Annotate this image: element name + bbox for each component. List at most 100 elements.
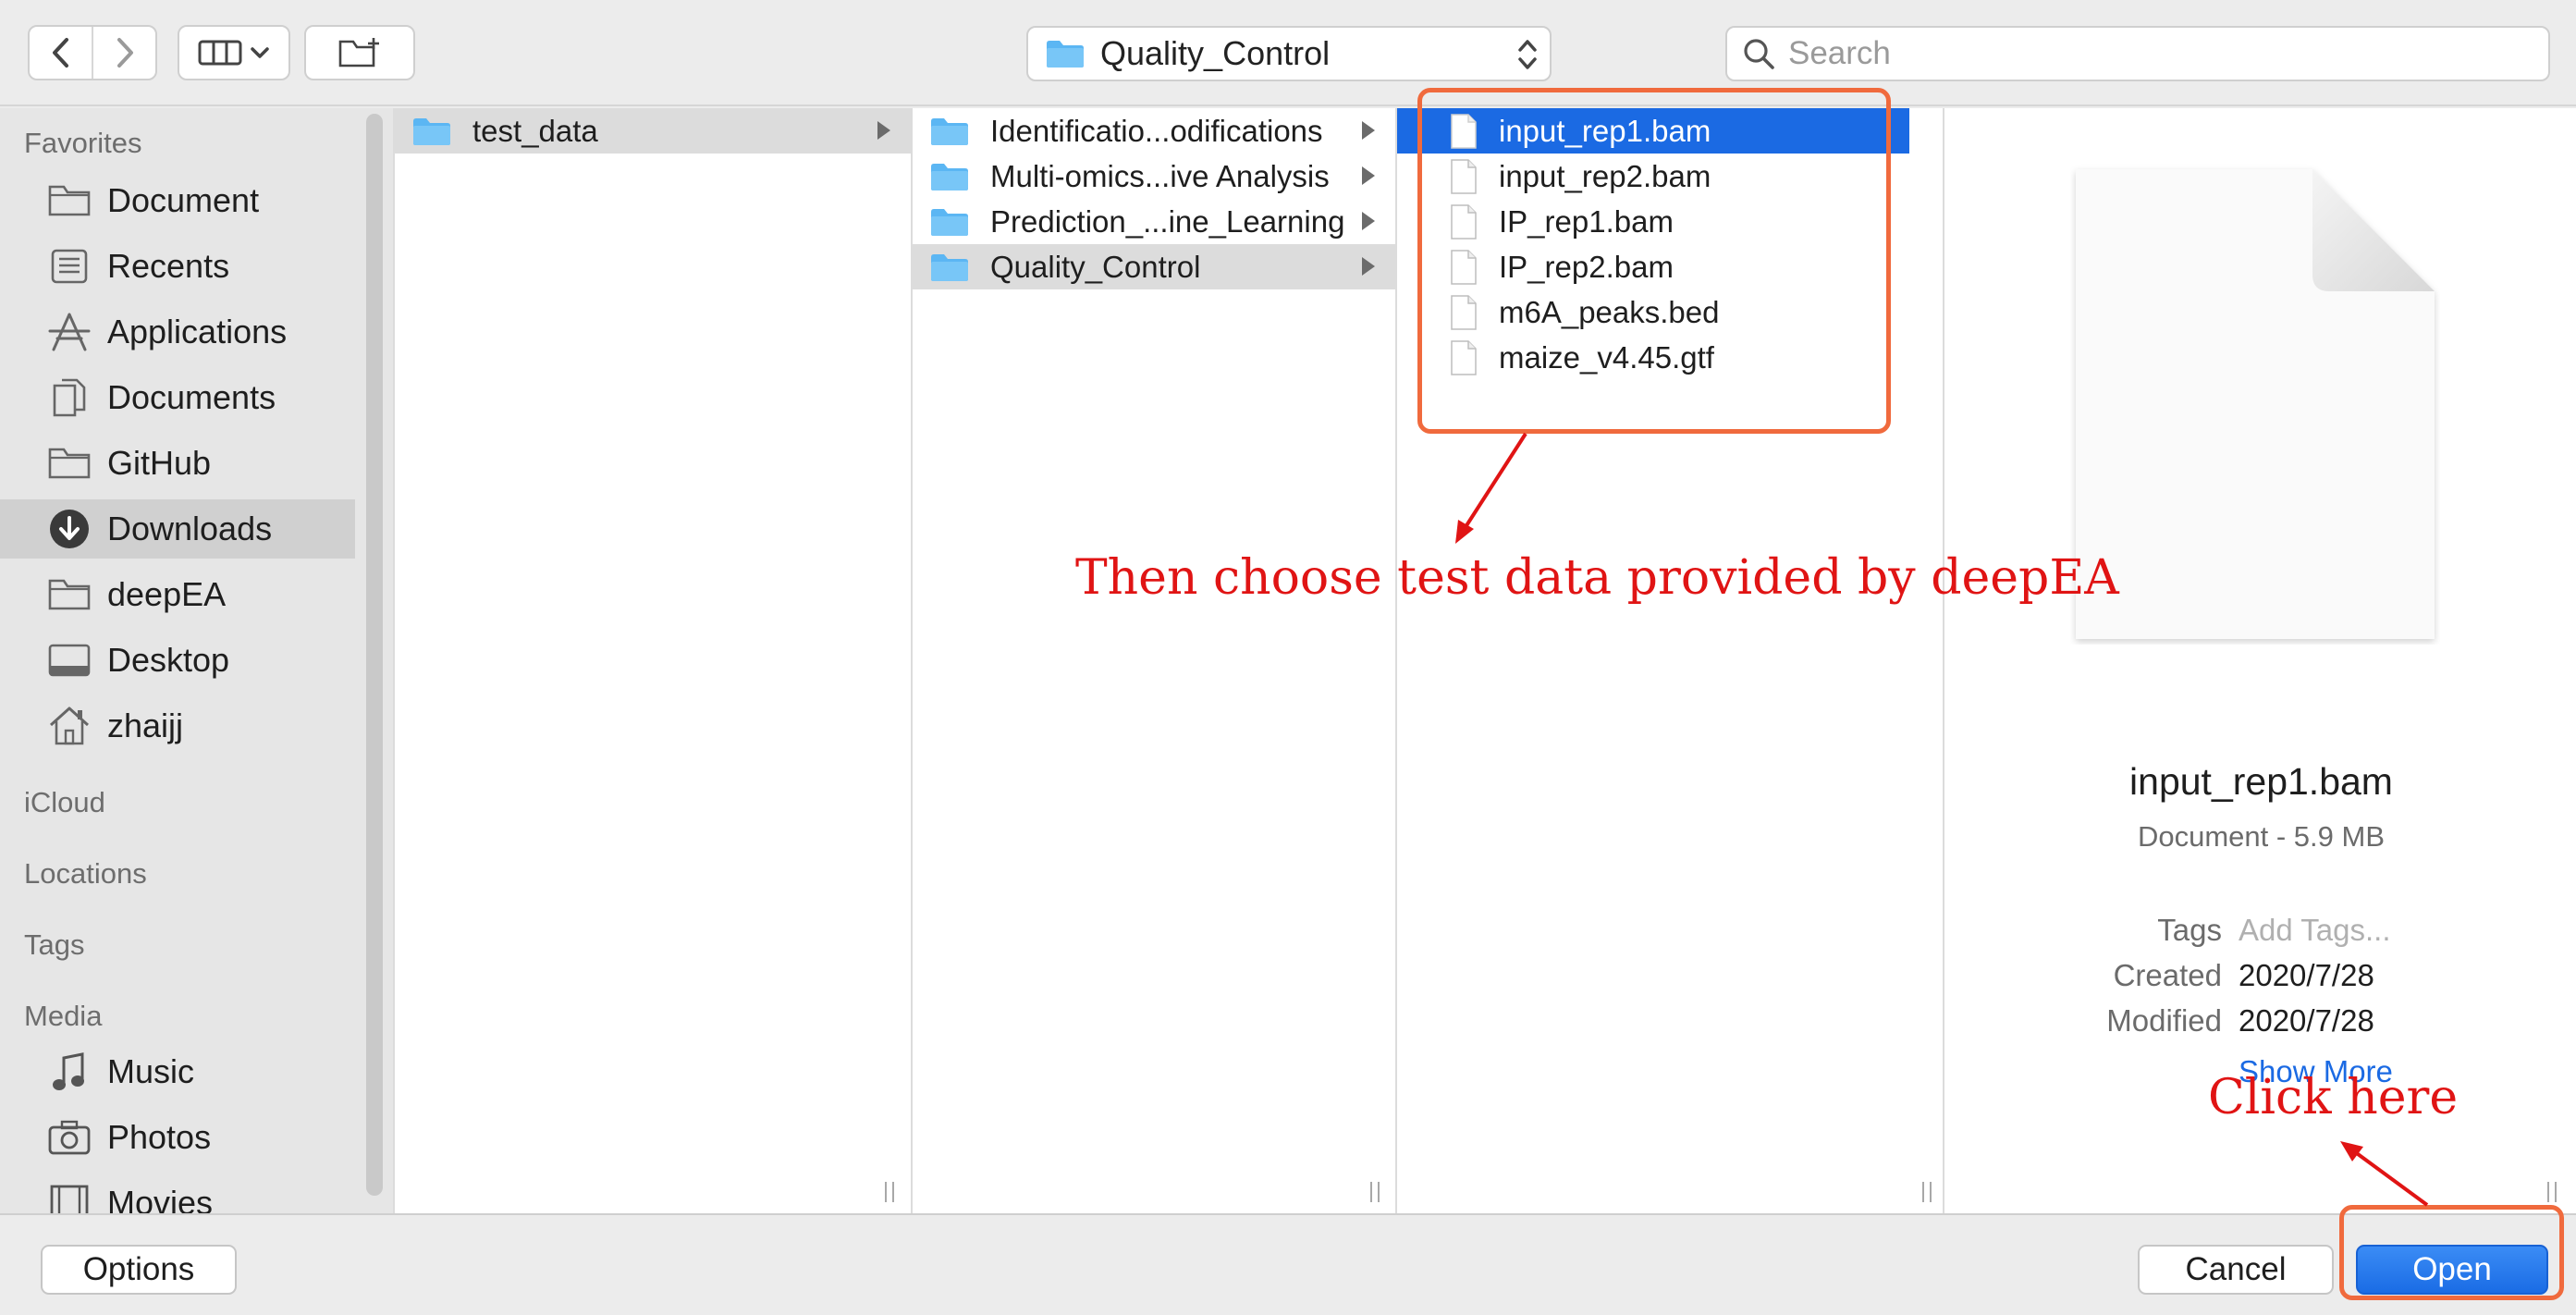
sidebar-item-desktop[interactable]: Desktop xyxy=(0,631,355,690)
sidebar-item-documents[interactable]: Documents xyxy=(0,368,355,427)
options-button[interactable]: Options xyxy=(41,1245,237,1295)
search-input[interactable] xyxy=(1788,35,2509,72)
applications-icon xyxy=(44,307,94,357)
document-icon xyxy=(1451,158,1477,194)
list-item-name: input_rep2.bam xyxy=(1499,158,1711,193)
sidebar-item-deepea[interactable]: deepEA xyxy=(0,565,355,624)
sidebar-item-label: Recents xyxy=(107,247,230,285)
sidebar-item-music[interactable]: Music xyxy=(0,1042,355,1101)
list-item-quality-control[interactable]: Quality_Control xyxy=(913,244,1395,289)
nav-buttons xyxy=(28,25,157,80)
chevron-left-icon xyxy=(52,38,68,68)
search-field[interactable] xyxy=(1725,26,2550,81)
list-item-name: Quality_Control xyxy=(990,249,1201,284)
folder-icon xyxy=(44,176,94,226)
sidebar-item-downloads[interactable]: Downloads xyxy=(0,499,355,559)
search-icon xyxy=(1744,39,1774,69)
column-1: test_data xyxy=(393,108,911,1213)
sidebar-item-label: Music xyxy=(107,1052,195,1090)
document-icon xyxy=(1451,294,1477,330)
list-item-name: m6A_peaks.bed xyxy=(1499,294,1720,329)
sidebar-section-media: Media xyxy=(24,1000,103,1032)
disclosure-arrow-icon xyxy=(1362,166,1375,185)
sidebar-item-label: Downloads xyxy=(107,510,273,547)
document-icon xyxy=(1451,339,1477,375)
camera-icon xyxy=(44,1112,94,1162)
list-item-multi-omics[interactable]: Multi-omics...ive Analysis xyxy=(913,154,1395,199)
list-item-identification[interactable]: Identificatio...odifications xyxy=(913,108,1395,154)
folder-icon xyxy=(44,438,94,488)
bottom-bar: Options Cancel Open xyxy=(0,1213,2576,1315)
list-item-prediction[interactable]: Prediction_...ine_Learning xyxy=(913,199,1395,244)
list-item-name: Prediction_...ine_Learning xyxy=(990,203,1345,239)
preview-tags-label: Tags xyxy=(2157,913,2222,947)
disclosure-arrow-icon xyxy=(1362,257,1375,276)
view-mode-button[interactable] xyxy=(178,25,290,80)
preview-kind-size: Document - 5.9 MB xyxy=(2137,820,2386,853)
open-button[interactable]: Open xyxy=(2356,1245,2548,1295)
document-icon xyxy=(1451,113,1477,149)
sidebar-section-tags[interactable]: Tags xyxy=(24,928,84,962)
downloads-icon xyxy=(44,504,94,554)
annotation-choose-test-data: Then choose test data provided by deepEA xyxy=(1075,550,2119,606)
chevron-right-icon xyxy=(117,38,133,68)
folder-icon xyxy=(931,208,968,236)
path-popup[interactable]: Quality_Control xyxy=(1026,26,1552,81)
folder-icon xyxy=(931,253,968,281)
list-item-name: maize_v4.45.gtf xyxy=(1499,339,1714,375)
back-button[interactable] xyxy=(30,27,92,79)
folder-icon xyxy=(1047,41,1084,68)
sidebar-section-locations[interactable]: Locations xyxy=(24,857,147,891)
disclosure-arrow-icon xyxy=(1362,121,1375,140)
column-3: input_rep1.bam input_rep2.bam IP_rep1.ba… xyxy=(1395,108,1943,1213)
list-item-ip-rep1[interactable]: IP_rep1.bam xyxy=(1397,199,1909,244)
add-tags-field[interactable]: Add Tags... xyxy=(2239,913,2391,948)
list-item-ip-rep2[interactable]: IP_rep2.bam xyxy=(1397,244,1909,289)
document-preview-icon xyxy=(2076,169,2435,639)
preview-modified-value: 2020/7/28 xyxy=(2239,1003,2374,1038)
list-item-name: Identificatio...odifications xyxy=(990,113,1323,148)
sidebar-item-document[interactable]: Document xyxy=(0,171,355,230)
list-item-name: test_data xyxy=(472,113,598,148)
sidebar-item-photos[interactable]: Photos xyxy=(0,1108,355,1167)
list-item-maize-gtf[interactable]: maize_v4.45.gtf xyxy=(1397,335,1909,380)
column-resize-handle[interactable] xyxy=(885,1182,894,1202)
preview-created-value: 2020/7/28 xyxy=(2239,958,2374,992)
column-2: Identificatio...odifications Multi-omics… xyxy=(911,108,1395,1213)
list-item-name: IP_rep1.bam xyxy=(1499,203,1674,239)
column-resize-handle[interactable] xyxy=(1370,1182,1380,1202)
toolbar: Quality_Control xyxy=(0,0,2576,106)
column-resize-handle[interactable] xyxy=(1922,1182,1932,1202)
list-item-name: input_rep1.bam xyxy=(1499,113,1711,148)
folder-icon xyxy=(931,117,968,145)
folder-icon xyxy=(413,117,450,145)
sidebar-item-label: deepEA xyxy=(107,575,227,613)
preview-created-label: Created xyxy=(2113,958,2222,992)
list-item-m6a-peaks[interactable]: m6A_peaks.bed xyxy=(1397,289,1909,335)
sidebar-item-recents[interactable]: Recents xyxy=(0,237,355,296)
path-popup-label: Quality_Control xyxy=(1100,34,1331,72)
sidebar-item-label: Photos xyxy=(107,1118,212,1156)
sidebar-scrollbar[interactable] xyxy=(366,114,383,1196)
disclosure-arrow-icon xyxy=(877,121,890,140)
sidebar-item-applications[interactable]: Applications xyxy=(0,302,355,362)
cancel-button[interactable]: Cancel xyxy=(2138,1245,2334,1295)
sidebar-section-favorites: Favorites xyxy=(24,127,142,159)
sidebar-item-github[interactable]: GitHub xyxy=(0,434,355,493)
recents-icon xyxy=(44,241,94,291)
sidebar-item-label: GitHub xyxy=(107,444,212,482)
sidebar-item-zhaijj[interactable]: zhaijj xyxy=(0,696,355,756)
preview-file-name: input_rep1.bam xyxy=(2129,760,2393,803)
new-folder-icon xyxy=(338,38,379,68)
sidebar-item-label: Desktop xyxy=(107,641,230,679)
list-item-input-rep2[interactable]: input_rep2.bam xyxy=(1397,154,1909,199)
forward-button[interactable] xyxy=(92,27,155,79)
sidebar-section-icloud[interactable]: iCloud xyxy=(24,786,105,819)
column-resize-handle[interactable] xyxy=(2547,1182,2557,1202)
home-icon xyxy=(44,701,94,751)
list-item-test-data[interactable]: test_data xyxy=(395,108,911,154)
list-item-input-rep1[interactable]: input_rep1.bam xyxy=(1397,108,1909,154)
preview-pane: input_rep1.bam Document - 5.9 MB Tags Ad… xyxy=(1943,108,2576,1213)
new-folder-button[interactable] xyxy=(304,25,415,80)
folder-icon xyxy=(44,570,94,620)
